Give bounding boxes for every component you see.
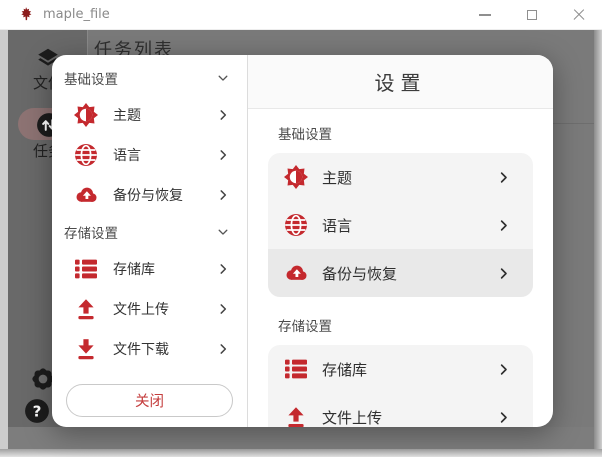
drawer-item-download[interactable]: 文件下载 [52,329,247,369]
theme-icon [284,165,308,189]
panel-item-repository[interactable]: 存储库 [268,345,533,393]
minimize-icon [479,14,491,15]
chevron-right-icon [216,342,230,356]
storage-icon [74,257,98,281]
cloud-upload-icon [74,183,98,207]
drawer-item-upload[interactable]: 文件上传 [52,289,247,329]
drawer-item-theme-label: 主题 [113,105,141,125]
panel-section-basic-label: 基础设置 [278,123,533,141]
chevron-right-icon [216,302,230,316]
chevron-right-icon [496,362,511,377]
panel-item-repository-label: 存储库 [322,359,367,380]
settings-panel-header: 设置 [248,55,553,109]
globe-icon [284,213,308,237]
drawer-section-storage[interactable]: 存储设置 [52,215,247,249]
settings-panel: 设置 基础设置 主题 语言 [248,55,553,427]
panel-item-language-label: 语言 [322,215,352,236]
drawer-item-backup[interactable]: 备份与恢复 [52,175,247,215]
chevron-right-icon [496,170,511,185]
panel-section-storage-label: 存储设置 [278,315,533,333]
window-edge-right [594,30,602,457]
globe-icon [74,143,98,167]
window-edge-bottom [0,449,602,457]
titlebar: maple_file [0,0,602,30]
chevron-right-icon [216,262,230,276]
chevron-down-icon [216,225,230,239]
window-edge-left [0,30,8,457]
drawer-section-storage-label: 存储设置 [64,222,118,242]
chevron-right-icon [216,108,230,122]
background-bottom-bar [8,427,594,449]
chevron-right-icon [496,410,511,425]
chevron-right-icon [216,148,230,162]
panel-item-upload-label: 文件上传 [322,407,382,428]
close-icon [573,9,585,21]
background-divider [553,123,594,124]
drawer-item-repository[interactable]: 存储库 [52,249,247,289]
close-window-button[interactable] [555,0,602,30]
maximize-button[interactable] [508,0,555,30]
settings-modal: 基础设置 主题 语言 备份与恢复 存储设置 [52,55,553,427]
drawer-item-download-label: 文件下载 [113,339,169,359]
minimize-button[interactable] [461,0,508,30]
drawer-item-language-label: 语言 [113,145,141,165]
close-button[interactable]: 关闭 [66,384,233,417]
window-title: maple_file [43,7,110,22]
drawer-item-backup-label: 备份与恢复 [113,185,183,205]
svg-text:?: ? [33,402,42,420]
storage-icon [284,357,308,381]
drawer-section-basic[interactable]: 基础设置 [52,61,247,95]
settings-card-storage: 存储库 文件上传 [268,345,533,427]
chevron-right-icon [216,188,230,202]
upload-icon [74,297,98,321]
help-icon[interactable]: ? [24,398,50,424]
chevron-down-icon [216,71,230,85]
chevron-right-icon [496,266,511,281]
settings-card-basic: 主题 语言 备份与恢复 [268,153,533,297]
panel-item-language[interactable]: 语言 [268,201,533,249]
drawer-item-language[interactable]: 语言 [52,135,247,175]
upload-icon [284,405,308,427]
drawer-item-repository-label: 存储库 [113,259,155,279]
chevron-right-icon [496,218,511,233]
drawer-item-upload-label: 文件上传 [113,299,169,319]
panel-item-backup-label: 备份与恢复 [322,263,397,284]
settings-panel-body: 基础设置 主题 语言 备份与恢复 [248,109,553,427]
panel-item-backup[interactable]: 备份与恢复 [268,249,533,297]
theme-icon [74,103,98,127]
settings-title: 设置 [375,67,427,96]
cloud-upload-icon [284,261,308,285]
maximize-icon [527,10,537,20]
panel-item-theme-label: 主题 [322,167,352,188]
panel-item-upload[interactable]: 文件上传 [268,393,533,427]
drawer-section-basic-label: 基础设置 [64,68,118,88]
drawer-item-theme[interactable]: 主题 [52,95,247,135]
panel-item-theme[interactable]: 主题 [268,153,533,201]
maple-leaf-icon [17,6,35,24]
settings-drawer: 基础设置 主题 语言 备份与恢复 存储设置 [52,55,248,427]
app-window: 文件 任务 ? 任务列表 基础设置 主题 语言 [0,0,602,457]
download-icon [74,337,98,361]
